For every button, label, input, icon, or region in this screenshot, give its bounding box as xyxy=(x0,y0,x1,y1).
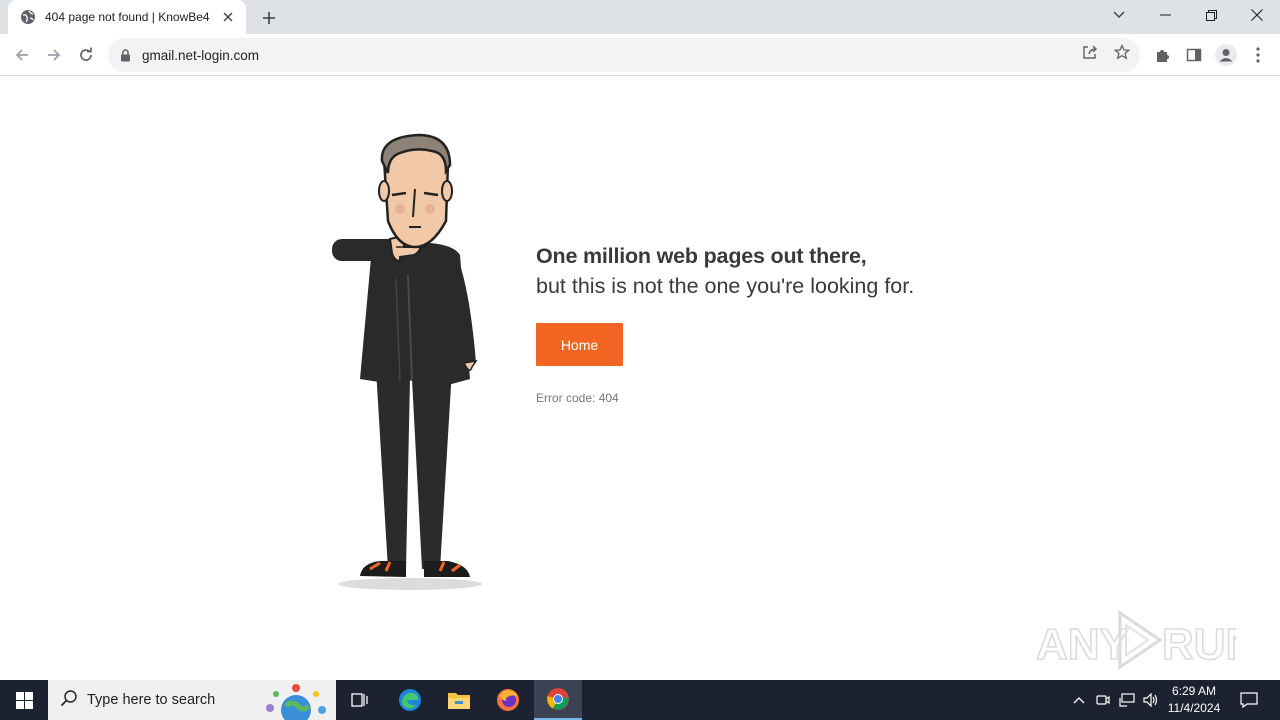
man-illustration xyxy=(332,133,482,590)
search-highlight-icon xyxy=(266,684,326,720)
system-clock[interactable]: 6:29 AM 11/4/2024 xyxy=(1160,680,1228,720)
forward-arrow-icon[interactable] xyxy=(40,41,68,69)
globe-icon xyxy=(20,9,36,25)
watermark-right: RUN xyxy=(1162,620,1236,669)
clock-date: 11/4/2024 xyxy=(1167,701,1221,715)
network-icon[interactable] xyxy=(1116,680,1138,720)
new-tab-button[interactable] xyxy=(258,7,280,29)
meet-now-icon[interactable] xyxy=(1092,680,1114,720)
browser-toolbar: gmail.net-login.com xyxy=(0,34,1280,76)
volume-icon[interactable] xyxy=(1140,680,1162,720)
error-message-block: One million web pages out there, but thi… xyxy=(536,241,914,405)
chrome-icon[interactable] xyxy=(534,680,582,720)
notifications-icon[interactable] xyxy=(1234,680,1264,720)
restore-icon[interactable] xyxy=(1188,0,1234,30)
firefox-icon[interactable] xyxy=(484,680,532,720)
tab-title: 404 page not found | KnowBe4 xyxy=(45,10,210,24)
error-subline: but this is not the one you're looking f… xyxy=(536,274,915,298)
search-placeholder: Type here to search xyxy=(87,692,216,708)
task-view-icon[interactable] xyxy=(336,680,384,720)
page-content: One million web pages out there, but thi… xyxy=(0,77,1280,680)
share-icon[interactable] xyxy=(1080,42,1100,62)
close-tab-icon[interactable] xyxy=(220,9,236,25)
error-code: Error code: 404 xyxy=(536,391,619,405)
tab-strip: 404 page not found | KnowBe4 xyxy=(0,0,1280,34)
back-arrow-icon[interactable] xyxy=(8,41,36,69)
lock-icon[interactable] xyxy=(120,48,132,62)
home-button[interactable]: Home xyxy=(536,323,623,366)
anyrun-watermark: ANY RUN xyxy=(1036,610,1236,670)
windows-taskbar: Type here to search 6:29 AM 11/4/2024 xyxy=(0,680,1280,720)
address-bar[interactable]: gmail.net-login.com xyxy=(108,38,1140,72)
edge-browser-icon[interactable] xyxy=(386,680,434,720)
profile-avatar-icon[interactable] xyxy=(1215,44,1237,66)
close-window-icon[interactable] xyxy=(1234,0,1280,30)
watermark-left: ANY xyxy=(1036,620,1129,669)
extensions-puzzle-icon[interactable] xyxy=(1151,44,1173,66)
minimize-icon[interactable] xyxy=(1142,0,1188,30)
url-text: gmail.net-login.com xyxy=(142,47,260,63)
search-icon xyxy=(60,689,78,712)
error-headline: One million web pages out there, xyxy=(536,244,867,268)
tray-chevron-up-icon[interactable] xyxy=(1068,680,1090,720)
bookmark-star-icon[interactable] xyxy=(1112,42,1132,62)
file-explorer-icon[interactable] xyxy=(435,680,483,720)
clock-time: 6:29 AM xyxy=(1171,684,1217,698)
taskbar-search-box[interactable]: Type here to search xyxy=(48,680,336,720)
browser-tab[interactable]: 404 page not found | KnowBe4 xyxy=(8,0,246,34)
side-panel-icon[interactable] xyxy=(1183,44,1205,66)
reload-icon[interactable] xyxy=(72,41,100,69)
windows-start-icon[interactable] xyxy=(0,680,48,720)
menu-kebab-icon[interactable] xyxy=(1247,44,1269,66)
tab-search-icon[interactable] xyxy=(1096,0,1142,30)
